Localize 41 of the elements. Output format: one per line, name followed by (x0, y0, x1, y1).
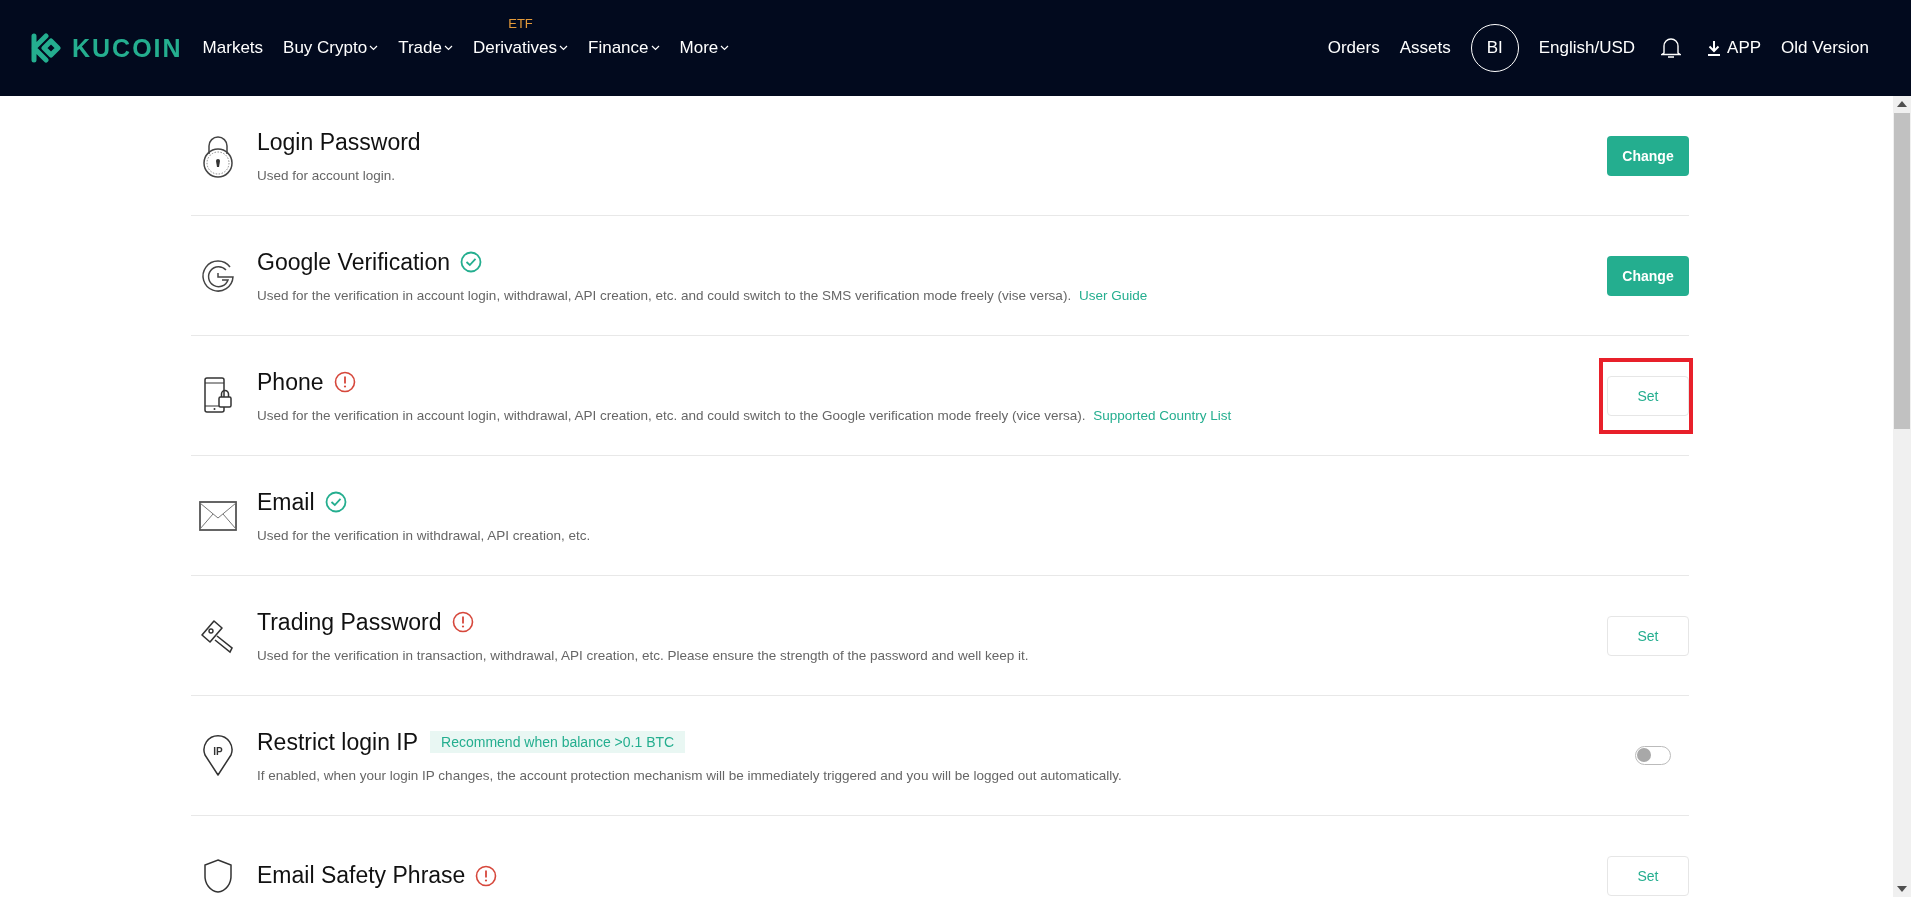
nav-link[interactable]: Markets (202, 38, 264, 58)
logo-text[interactable]: KUCOIN (72, 33, 183, 63)
download-icon (1707, 40, 1722, 56)
phone-lock-icon (203, 375, 233, 416)
scroll-up-icon[interactable] (1897, 101, 1907, 107)
key-icon (200, 617, 236, 654)
setting-description: Used for the verification in transaction, withdrawal, API creation, etc. Please ensure the strength of the password and well keep it. (257, 647, 1029, 663)
shield-icon (202, 857, 234, 894)
setting-title: Phone (257, 368, 324, 396)
notification-bell-icon[interactable] (1661, 37, 1682, 59)
header-link[interactable]: Orders (1327, 38, 1380, 58)
app-download-link[interactable]: APP (1707, 38, 1762, 58)
padlock-icon (202, 133, 234, 178)
nav-link[interactable]: Derivatives (472, 38, 569, 58)
recommendation-tag: Recommend when balance >0.1 BTC (430, 731, 686, 753)
scroll-down-icon[interactable] (1897, 886, 1907, 892)
nav-superscript-label: ETF (508, 16, 533, 31)
setting-title: Google Verification (257, 248, 451, 276)
nav-link[interactable]: Finance (588, 38, 660, 58)
toggle-switch[interactable] (1635, 746, 1671, 765)
setting-description: Used for the verification in withdrawal, API creation, etc. (257, 527, 591, 543)
nav-link[interactable]: Buy Crypto (283, 38, 379, 58)
envelope-icon (199, 500, 237, 531)
location-pin-icon: IP (202, 734, 234, 777)
setting-description: Used for account login. (257, 167, 396, 183)
scrollbar[interactable] (1893, 96, 1911, 897)
nav-link[interactable]: Trade (398, 38, 453, 58)
letter-g-icon (200, 257, 236, 294)
nav-link[interactable]: More (679, 38, 730, 58)
setting-description: If enabled, when your login IP changes, the account protection mechanism will be immediately triggered and you will be logged out automatically. (257, 767, 1122, 783)
setting-description: Used for the verification in account login, withdrawal, API creation, etc. and could switch to the Google verification mode freely (vice versa). (257, 407, 1086, 423)
setting-description: Used for the verification in account login, withdrawal, API creation, etc. and could switch to the SMS verification mode freely (vise versa). (257, 287, 1072, 303)
setting-title: Restrict login IP (257, 728, 419, 756)
setting-title: Email (257, 488, 315, 516)
logo-icon[interactable] (30, 33, 64, 63)
header-link[interactable]: Old Version (1781, 38, 1869, 58)
setting-title: Trading Password (257, 608, 442, 636)
header-link[interactable]: English/USD (1538, 38, 1636, 58)
setting-title: Email Safety Phrase (257, 862, 466, 889)
setting-title: Login Password (257, 128, 421, 156)
header-link[interactable]: Assets (1399, 38, 1451, 58)
